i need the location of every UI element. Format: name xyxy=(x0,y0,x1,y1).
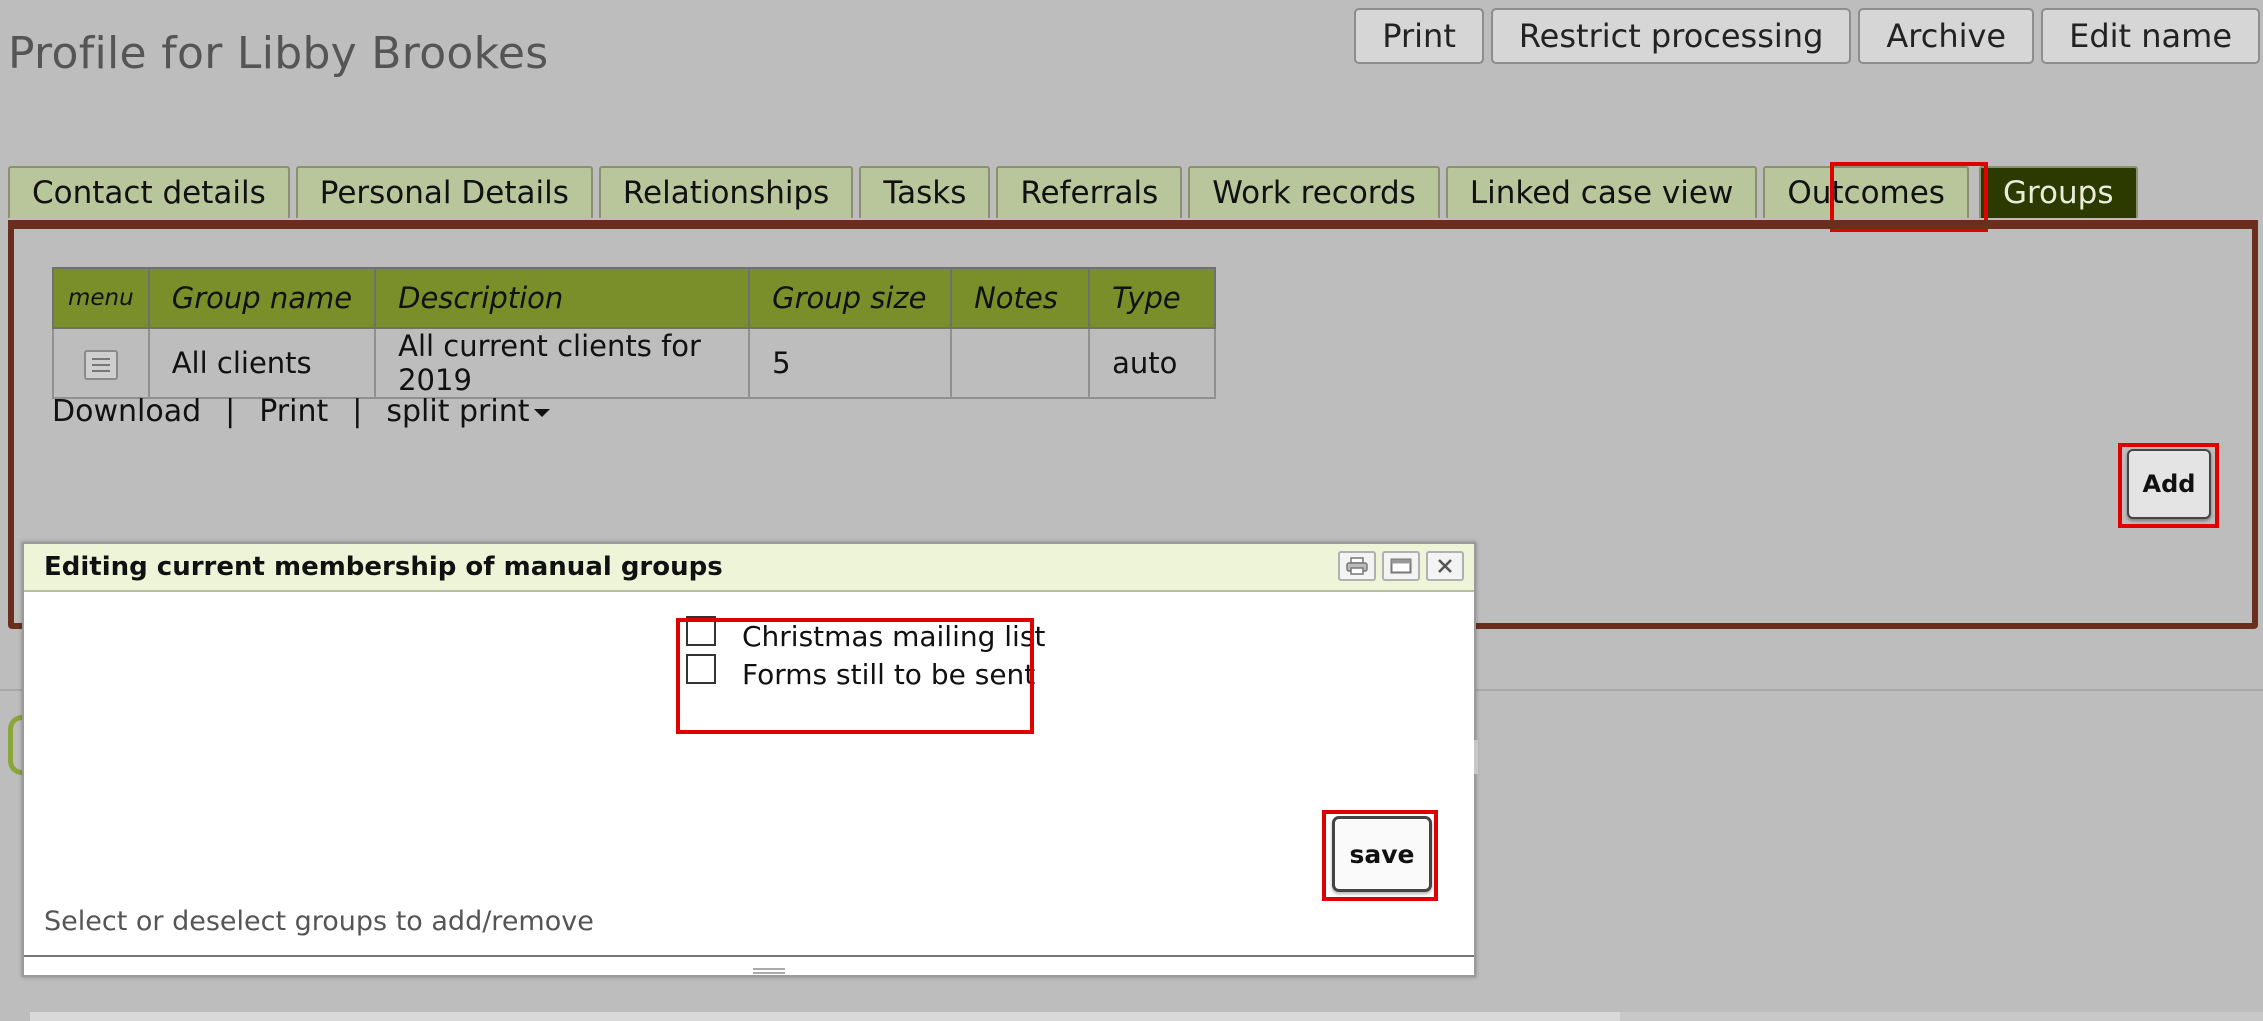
download-link[interactable]: Download xyxy=(52,394,201,429)
cell-type: auto xyxy=(1088,327,1217,399)
tab-tasks[interactable]: Tasks xyxy=(859,166,991,218)
cell-group-name: All clients xyxy=(147,327,377,399)
column-header-type[interactable]: Type xyxy=(1088,267,1217,329)
page-title: Profile for Libby Brookes xyxy=(8,28,549,79)
tab-outcomes[interactable]: Outcomes xyxy=(1763,166,1969,218)
forms-still-to-be-sent-checkbox[interactable] xyxy=(686,654,716,684)
link-separator: | xyxy=(225,394,236,429)
split-print-dropdown[interactable]: split print xyxy=(386,394,550,429)
tab-relationships[interactable]: Relationships xyxy=(598,166,854,218)
option-row: Forms still to be sent xyxy=(686,654,1045,696)
print-link[interactable]: Print xyxy=(259,394,328,429)
row-menu-cell xyxy=(52,327,150,399)
tab-linked-case-view[interactable]: Linked case view xyxy=(1445,166,1758,218)
maximize-icon[interactable] xyxy=(1382,551,1420,581)
option-label: Forms still to be sent xyxy=(742,658,1036,691)
option-label: Christmas mailing list xyxy=(742,620,1046,653)
resize-grip-icon[interactable] xyxy=(753,968,785,974)
column-header-description[interactable]: Description xyxy=(374,267,751,329)
save-button[interactable]: save xyxy=(1332,816,1432,892)
dialog-header[interactable]: Editing current membership of manual gro… xyxy=(24,544,1474,592)
profile-tabs: Contact details Personal Details Relatio… xyxy=(8,166,2138,218)
column-header-notes[interactable]: Notes xyxy=(950,267,1091,329)
cell-notes xyxy=(950,327,1091,399)
christmas-mailing-list-checkbox[interactable] xyxy=(686,616,716,646)
cell-group-size: 5 xyxy=(748,327,953,399)
caret-down-icon xyxy=(533,408,550,417)
table-row: All clients All current clients for 2019… xyxy=(52,327,1217,399)
restrict-processing-button[interactable]: Restrict processing xyxy=(1490,8,1852,64)
dialog-footer-divider xyxy=(24,955,1474,957)
archive-button[interactable]: Archive xyxy=(1858,8,2035,64)
profile-actions: Print Restrict processing Archive Edit n… xyxy=(1354,8,2260,64)
column-header-group-name[interactable]: Group name xyxy=(147,267,377,329)
table-actions: Download | Print | split print xyxy=(52,394,550,429)
group-options: Christmas mailing list Forms still to be… xyxy=(686,616,1046,696)
row-menu-icon[interactable] xyxy=(83,350,118,380)
groups-table: menu Group name Description Group size N… xyxy=(52,267,1217,399)
print-button[interactable]: Print xyxy=(1354,8,1484,64)
scrollbar-thumb[interactable] xyxy=(30,1012,1620,1021)
link-separator: | xyxy=(352,394,363,429)
close-icon[interactable] xyxy=(1426,551,1464,581)
cell-description: All current clients for 2019 xyxy=(374,327,751,399)
tab-work-records[interactable]: Work records xyxy=(1188,166,1440,218)
tab-groups[interactable]: Groups xyxy=(1978,166,2138,218)
tab-contact-details[interactable]: Contact details xyxy=(8,166,290,218)
partial-logo-icon xyxy=(8,715,22,775)
edit-membership-dialog: Editing current membership of manual gro… xyxy=(22,542,1478,977)
column-header-menu: menu xyxy=(52,267,150,329)
split-print-label: split print xyxy=(386,394,530,429)
column-header-group-size[interactable]: Group size xyxy=(748,267,953,329)
edit-name-button[interactable]: Edit name xyxy=(2041,8,2260,64)
dialog-controls xyxy=(1338,551,1464,581)
option-row: Christmas mailing list xyxy=(686,616,1046,658)
add-button[interactable]: Add xyxy=(2127,449,2211,519)
dialog-title: Editing current membership of manual gro… xyxy=(44,552,723,582)
printer-icon[interactable] xyxy=(1338,551,1376,581)
tab-personal-details[interactable]: Personal Details xyxy=(295,166,593,218)
side-resize-grip[interactable] xyxy=(1474,740,1478,774)
table-header-row: menu Group name Description Group size N… xyxy=(52,267,1217,329)
dialog-hint: Select or deselect groups to add/remove xyxy=(44,906,594,937)
tab-referrals[interactable]: Referrals xyxy=(996,166,1183,218)
